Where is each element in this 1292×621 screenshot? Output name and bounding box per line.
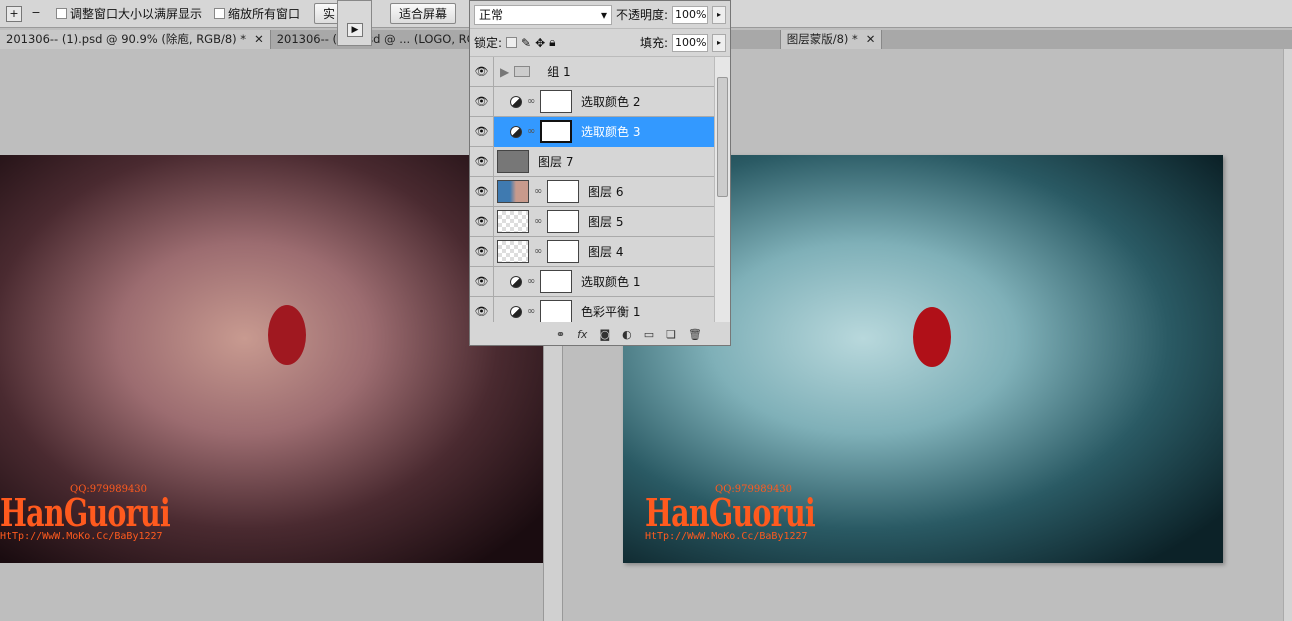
link-icon: ∞ bbox=[534, 246, 543, 257]
link-layers-icon[interactable]: ⚭ bbox=[556, 328, 565, 341]
eye-icon[interactable]: 👁︎ bbox=[470, 236, 494, 267]
watermark-logo: QQ:979989430 HanGuorui HtTp://WwW.MoKo.C… bbox=[645, 484, 816, 542]
fx-icon[interactable]: fx bbox=[577, 328, 587, 341]
layer-thumbnail[interactable] bbox=[497, 150, 529, 173]
mask-thumbnail[interactable] bbox=[540, 300, 572, 322]
layers-footer: ⚭ fx ◙ ◐ ▭ ❏ 🗑︎ bbox=[470, 322, 730, 346]
lock-brush-icon[interactable]: ✎ bbox=[521, 36, 531, 50]
lock-label: 锁定: bbox=[474, 36, 503, 50]
link-icon: ∞ bbox=[534, 186, 543, 197]
lock-move-icon[interactable]: ✥ bbox=[535, 36, 545, 50]
mask-thumbnail[interactable] bbox=[547, 240, 579, 263]
canvas-before-image[interactable]: QQ:979989430 HanGuorui HtTp://WwW.MoKo.C… bbox=[0, 155, 543, 563]
zoom-in-icon[interactable]: + bbox=[6, 5, 22, 22]
link-icon: ∞ bbox=[527, 276, 536, 287]
eye-icon[interactable]: 👁︎ bbox=[470, 266, 494, 297]
canvas-scrollbar[interactable] bbox=[1283, 49, 1292, 621]
add-mask-icon[interactable]: ◙ bbox=[599, 328, 610, 341]
resize-windows-checkbox[interactable]: 调整窗口大小以满屏显示 bbox=[56, 5, 202, 22]
blend-mode-select[interactable]: 正常 ▾ bbox=[474, 4, 612, 25]
watermark-logo: QQ:979989430 HanGuorui HtTp://WwW.MoKo.C… bbox=[0, 484, 171, 542]
link-icon: ∞ bbox=[527, 126, 536, 137]
layer-row[interactable]: 👁︎ 图层 7 bbox=[470, 146, 714, 177]
layer-row[interactable]: 👁︎ ∞ 图层 5 bbox=[470, 206, 714, 237]
tab-document-3[interactable]: 图层蒙版/8) * ✕ bbox=[780, 30, 883, 49]
layer-row[interactable]: 👁︎ ∞ 图层 6 bbox=[470, 176, 714, 207]
adjustment-icon bbox=[510, 305, 522, 318]
eye-icon[interactable]: 👁︎ bbox=[470, 206, 494, 237]
mask-thumbnail[interactable] bbox=[547, 180, 579, 203]
scrollbar-thumb[interactable] bbox=[717, 77, 728, 197]
lock-all-icon[interactable]: 🔒︎ bbox=[549, 35, 555, 50]
fill-label: 填充: bbox=[639, 36, 668, 50]
layer-row[interactable]: 👁︎ ∞ 选取颜色 1 bbox=[470, 266, 714, 297]
mask-thumbnail[interactable] bbox=[540, 270, 572, 293]
layer-thumbnail[interactable] bbox=[497, 210, 529, 233]
link-icon: ∞ bbox=[527, 96, 536, 107]
adjustment-icon bbox=[510, 275, 522, 288]
zoom-out-icon[interactable]: − bbox=[28, 6, 44, 22]
eye-icon[interactable]: 👁︎ bbox=[470, 176, 494, 207]
play-icon[interactable]: ▶ bbox=[347, 23, 363, 37]
mask-thumbnail[interactable] bbox=[540, 120, 572, 143]
layer-thumbnail[interactable] bbox=[497, 240, 529, 263]
layer-thumbnail[interactable] bbox=[497, 180, 529, 203]
mask-thumbnail[interactable] bbox=[540, 90, 572, 113]
adjustment-icon bbox=[510, 95, 522, 108]
eye-icon[interactable]: 👁︎ bbox=[470, 296, 494, 322]
actions-popup: ▶ bbox=[337, 0, 372, 46]
new-adjustment-icon[interactable]: ◐ bbox=[622, 328, 632, 341]
adjustment-icon bbox=[510, 125, 522, 138]
zoom-all-checkbox[interactable]: 缩放所有窗口 bbox=[214, 5, 300, 22]
fit-screen-button[interactable]: 适合屏幕 bbox=[390, 3, 457, 24]
layer-row-selected[interactable]: 👁︎ ∞ 选取颜色 3 bbox=[470, 116, 714, 147]
eye-icon[interactable]: 👁︎ bbox=[470, 57, 494, 87]
close-icon[interactable]: ✕ bbox=[254, 30, 264, 49]
lock-transparency-icon[interactable] bbox=[506, 37, 518, 48]
eye-icon[interactable]: 👁︎ bbox=[470, 86, 494, 117]
chevron-down-icon: ▾ bbox=[600, 7, 607, 22]
link-icon: ∞ bbox=[527, 306, 536, 317]
close-icon[interactable]: ✕ bbox=[866, 30, 876, 49]
eye-icon[interactable]: 👁︎ bbox=[470, 146, 494, 177]
layers-list: 👁︎ ▶ 组 1 👁︎ ∞ 选取颜色 2 👁︎ ∞ 选取颜色 3 👁︎ 图层 7 👁︎ ∞ 图层 … bbox=[470, 57, 714, 322]
layer-row[interactable]: 👁︎ ∞ 选取颜色 2 bbox=[470, 86, 714, 117]
fill-input[interactable]: 100% bbox=[672, 33, 708, 52]
new-layer-icon[interactable]: ❏ bbox=[666, 328, 676, 341]
eye-icon[interactable]: 👁︎ bbox=[470, 116, 494, 147]
layer-row[interactable]: 👁︎ ∞ 色彩平衡 1 bbox=[470, 296, 714, 322]
layers-scrollbar[interactable] bbox=[714, 57, 730, 322]
link-icon: ∞ bbox=[534, 216, 543, 227]
opacity-input[interactable]: 100% bbox=[672, 5, 708, 24]
opacity-label: 不透明度: bbox=[615, 8, 669, 22]
tab-document-1[interactable]: 201306-- (1).psd @ 90.9% (除庖, RGB/8) * ✕ bbox=[0, 30, 271, 49]
expand-arrow-icon[interactable]: ▶ bbox=[500, 65, 509, 79]
folder-icon bbox=[514, 66, 531, 77]
opacity-slider-arrow[interactable]: ▸ bbox=[712, 5, 726, 24]
fill-slider-arrow[interactable]: ▸ bbox=[712, 33, 726, 52]
mask-thumbnail[interactable] bbox=[547, 210, 579, 233]
trash-icon[interactable]: 🗑︎ bbox=[688, 328, 702, 341]
layers-panel: 正常 ▾ 不透明度: 100% ▸ 锁定: ✎ ✥ 🔒︎ 填充: 100% ▸ 👁… bbox=[469, 0, 731, 346]
layer-row[interactable]: 👁︎ ∞ 图层 4 bbox=[470, 236, 714, 267]
layer-group-1[interactable]: 👁︎ ▶ 组 1 bbox=[470, 57, 714, 87]
new-group-icon[interactable]: ▭ bbox=[644, 328, 654, 341]
